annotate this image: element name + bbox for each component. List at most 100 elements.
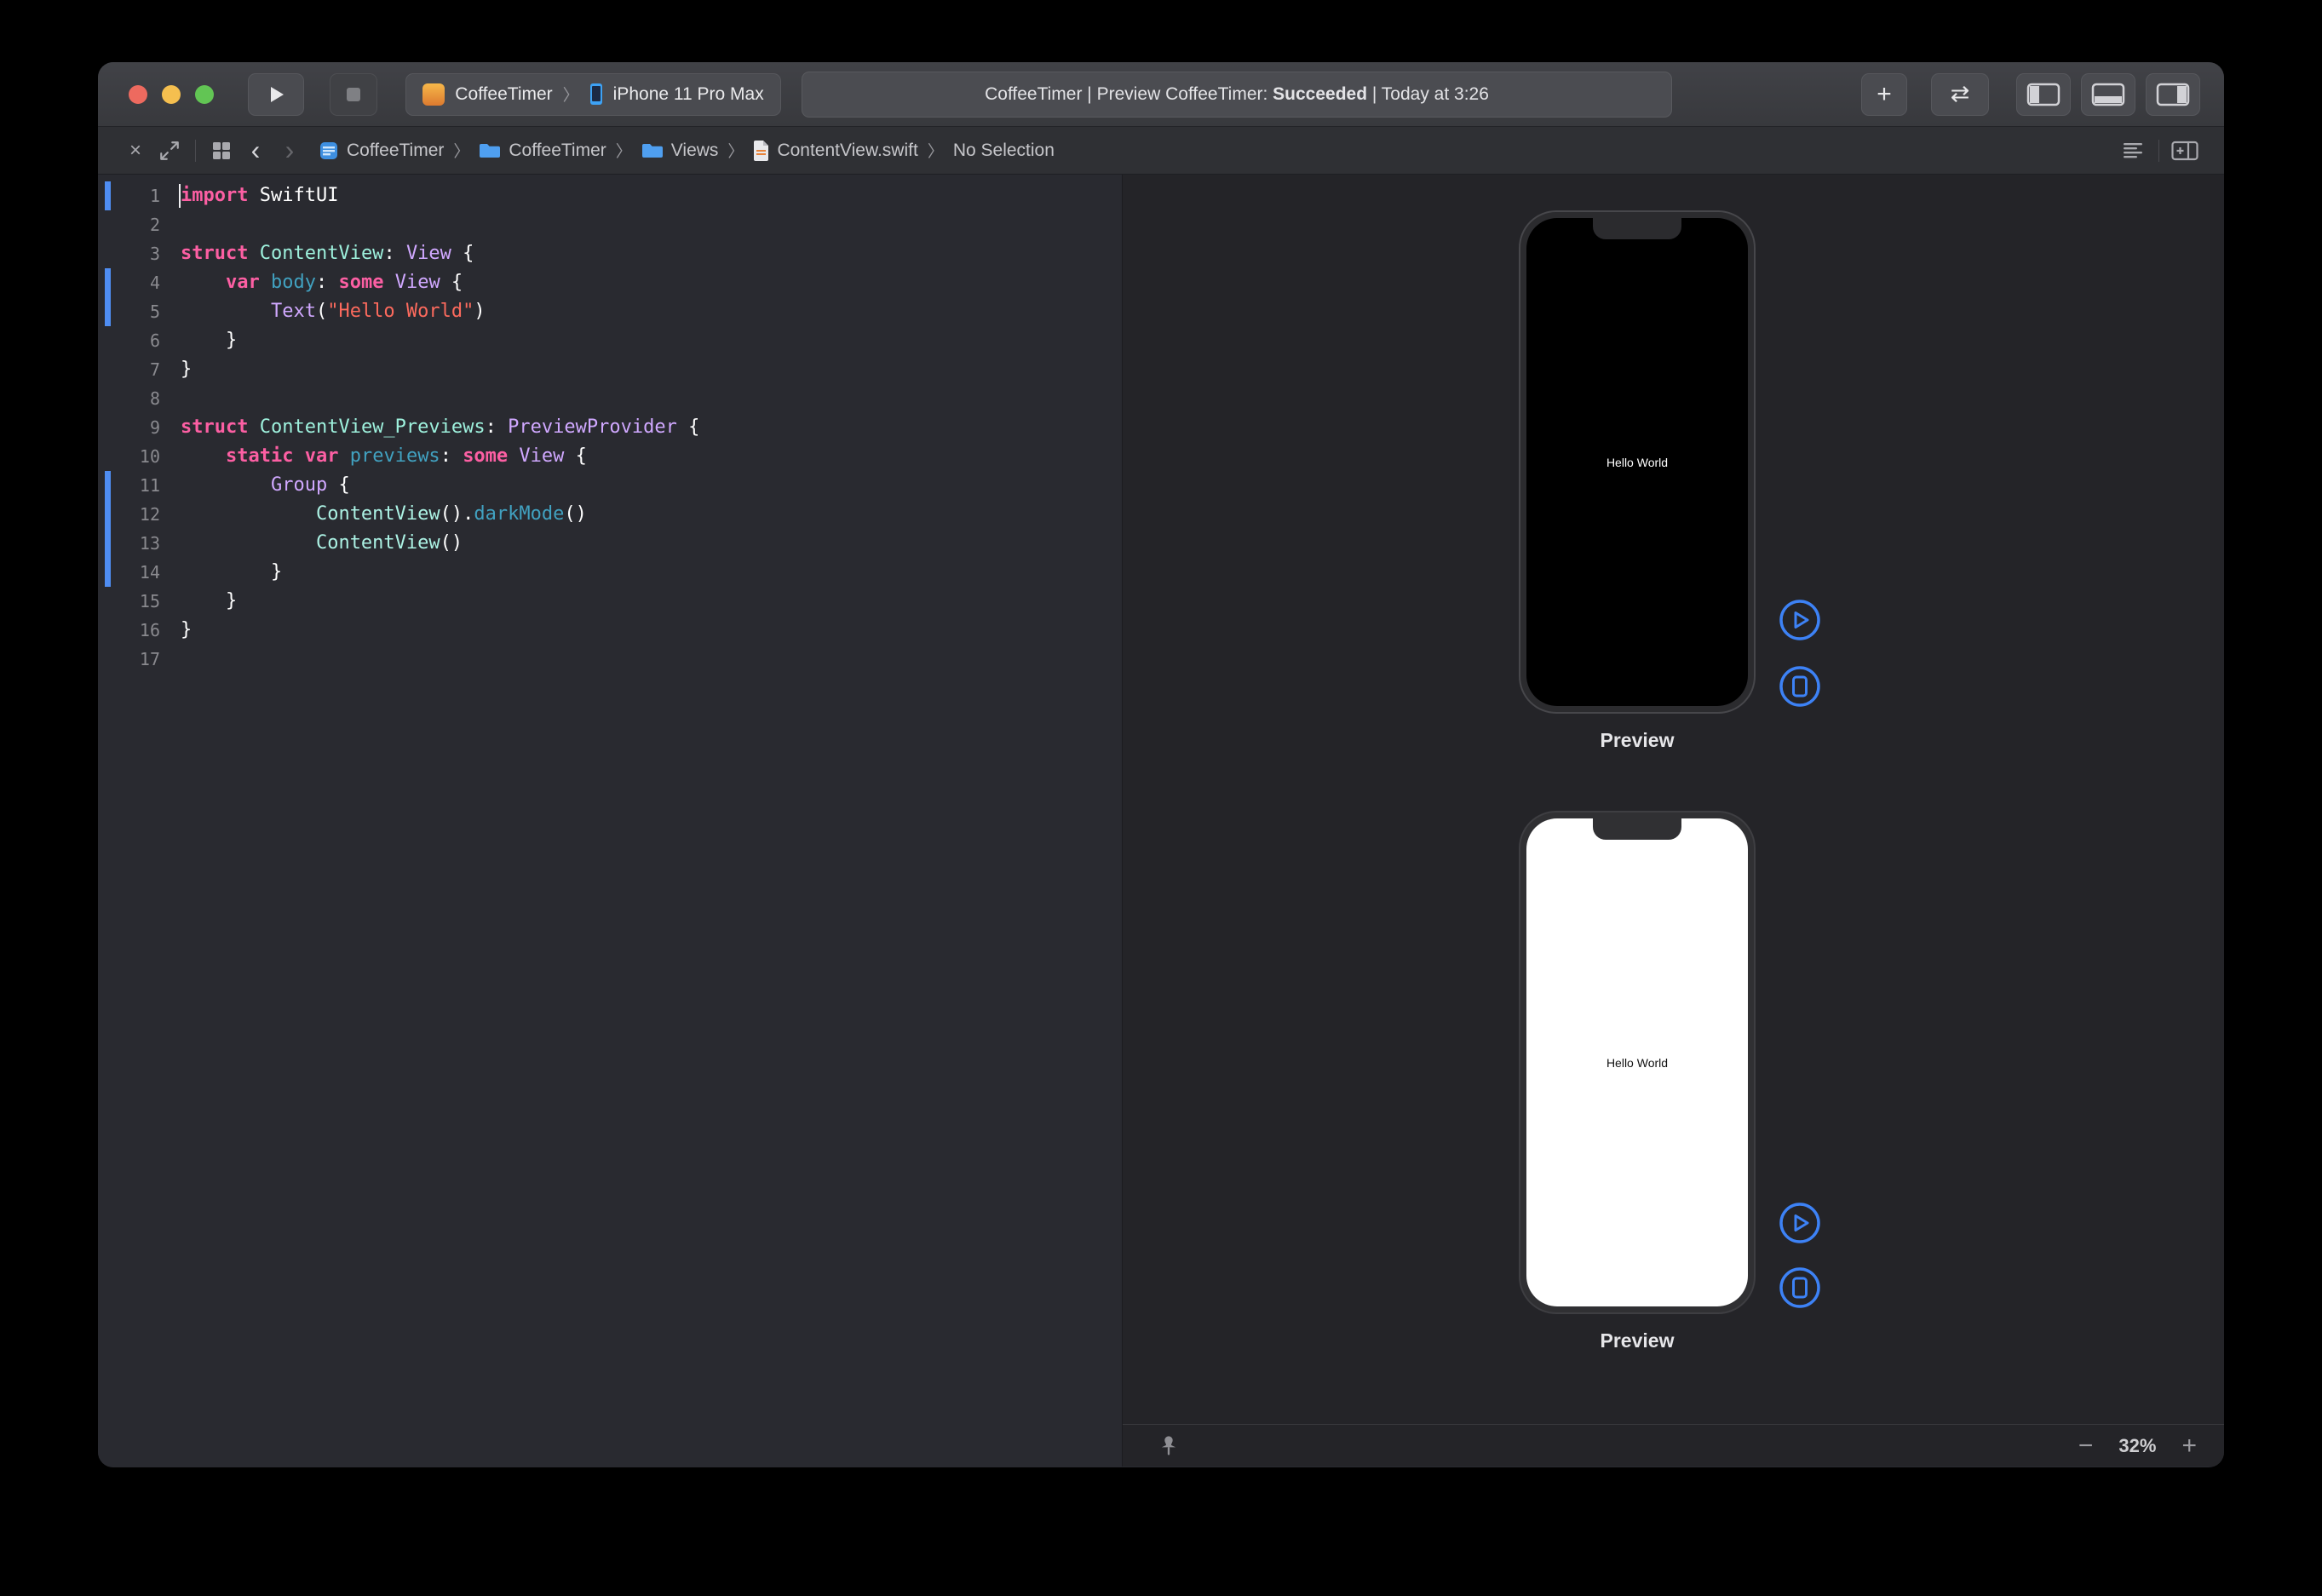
breadcrumb-separator: 〉 <box>918 139 953 162</box>
code-line-4[interactable]: 4 var body: some View { <box>98 268 1122 297</box>
pin-icon <box>1157 1434 1181 1458</box>
scheme-selector[interactable]: CoffeeTimer 〉 iPhone 11 Pro Max <box>405 73 781 116</box>
zoom-out-button[interactable]: − <box>2078 1433 2094 1459</box>
line-number[interactable]: 11 <box>111 471 160 500</box>
code-line-15[interactable]: 15 } <box>98 587 1122 616</box>
line-number[interactable]: 1 <box>111 181 160 210</box>
zoom-level: 32% <box>2118 1435 2156 1457</box>
zoom-window-button[interactable] <box>195 85 214 104</box>
scheme-name: CoffeeTimer <box>455 84 552 105</box>
change-indicator <box>105 616 111 645</box>
breadcrumb-separator: 〉 <box>718 139 753 162</box>
code-line-3[interactable]: 3struct ContentView: View { <box>98 239 1122 268</box>
breadcrumb-item-selection[interactable]: No Selection <box>953 141 1055 161</box>
status-prefix: CoffeeTimer | Preview CoffeeTimer: <box>985 84 1273 104</box>
line-number[interactable]: 3 <box>111 239 160 268</box>
code-line-8[interactable]: 8 <box>98 384 1122 413</box>
line-number[interactable]: 4 <box>111 268 160 297</box>
close-window-button[interactable] <box>129 85 147 104</box>
folder-icon <box>479 142 501 159</box>
change-indicator <box>105 355 111 384</box>
close-editor-icon[interactable]: × <box>118 134 152 168</box>
code-text: var body: some View { <box>181 268 463 297</box>
status-suffix: | Today at 3:26 <box>1367 84 1489 104</box>
debug-area-toggle-button[interactable] <box>2081 73 2135 116</box>
navigator-toggle-button[interactable] <box>2016 73 2071 116</box>
line-number[interactable]: 5 <box>111 297 160 326</box>
line-number[interactable]: 9 <box>111 413 160 442</box>
minimize-window-button[interactable] <box>162 85 181 104</box>
library-button[interactable]: + <box>1861 73 1907 116</box>
code-line-11[interactable]: 11 Group { <box>98 471 1122 500</box>
related-items-icon[interactable] <box>204 134 239 168</box>
code-line-9[interactable]: 9struct ContentView_Previews: PreviewPro… <box>98 413 1122 442</box>
code-line-16[interactable]: 16} <box>98 616 1122 645</box>
editor-options-icon[interactable] <box>2116 134 2150 168</box>
line-number[interactable]: 7 <box>111 355 160 384</box>
plus-icon: + <box>1877 80 1892 109</box>
change-indicator <box>105 239 111 268</box>
debug-panel-icon <box>2091 83 2125 106</box>
preview-on-device-button[interactable] <box>1778 1266 1822 1310</box>
code-line-12[interactable]: 12 ContentView().darkMode() <box>98 500 1122 529</box>
code-line-10[interactable]: 10 static var previews: some View { <box>98 442 1122 471</box>
code-line-6[interactable]: 6 } <box>98 326 1122 355</box>
change-indicator <box>105 384 111 413</box>
line-number[interactable]: 8 <box>111 384 160 413</box>
line-number[interactable]: 2 <box>111 210 160 239</box>
line-number[interactable]: 13 <box>111 529 160 558</box>
preview-on-device-button[interactable] <box>1778 664 1822 709</box>
code-text: } <box>181 558 282 587</box>
code-line-1[interactable]: 1 import SwiftUI <box>98 181 1122 210</box>
code-line-13[interactable]: 13 ContentView() <box>98 529 1122 558</box>
swap-editors-button[interactable]: ⇄ <box>1931 73 1989 116</box>
zoom-in-button[interactable]: + <box>2181 1433 2197 1459</box>
line-number[interactable]: 14 <box>111 558 160 587</box>
breadcrumb-item-views[interactable]: Views <box>641 141 719 161</box>
code-text: import SwiftUI <box>181 181 338 210</box>
breadcrumb-separator: 〉 <box>444 139 479 162</box>
code-text: } <box>181 326 237 355</box>
line-number[interactable]: 16 <box>111 616 160 645</box>
code-line-5[interactable]: 5 Text("Hello World") <box>98 297 1122 326</box>
change-indicator <box>105 529 111 558</box>
live-preview-play-icon <box>1778 1201 1822 1245</box>
line-number[interactable]: 12 <box>111 500 160 529</box>
code-lines: 1 import SwiftUI 23struct ContentView: Vie… <box>98 181 1122 674</box>
activity-status-display: CoffeeTimer | Preview CoffeeTimer: Succe… <box>802 72 1672 118</box>
line-number[interactable]: 6 <box>111 326 160 355</box>
code-line-2[interactable]: 2 <box>98 210 1122 239</box>
code-text: ContentView().darkMode() <box>181 500 587 529</box>
line-number[interactable]: 17 <box>111 645 160 674</box>
source-editor[interactable]: 1 import SwiftUI 23struct ContentView: Vie… <box>98 175 1123 1467</box>
focus-editor-icon[interactable] <box>152 134 187 168</box>
run-button[interactable] <box>248 73 304 116</box>
live-preview-button[interactable] <box>1778 598 1822 642</box>
preview-device-dark[interactable]: Hello World <box>1519 210 1756 714</box>
live-preview-button[interactable] <box>1778 1201 1822 1245</box>
stop-button[interactable] <box>330 73 377 116</box>
forward-chevron-icon[interactable]: › <box>273 134 307 168</box>
line-number[interactable]: 10 <box>111 442 160 471</box>
breadcrumb-item-group[interactable]: CoffeeTimer <box>479 141 606 161</box>
traffic-lights <box>129 85 214 104</box>
preview-device-light[interactable]: Hello World <box>1519 811 1756 1314</box>
line-number[interactable]: 15 <box>111 587 160 616</box>
change-indicator <box>105 587 111 616</box>
breadcrumb-item-project[interactable]: CoffeeTimer <box>319 141 444 161</box>
code-text: } <box>181 587 237 616</box>
pin-button[interactable] <box>1157 1434 1181 1458</box>
change-indicator <box>105 645 111 674</box>
back-chevron-icon[interactable]: ‹ <box>239 134 273 168</box>
inspector-toggle-button[interactable] <box>2146 73 2200 116</box>
breadcrumb-item-file[interactable]: ContentView.swift <box>753 141 917 161</box>
change-indicator <box>105 268 111 297</box>
preview-on-device-icon <box>1778 1266 1822 1310</box>
code-line-14[interactable]: 14 } <box>98 558 1122 587</box>
code-line-7[interactable]: 7} <box>98 355 1122 384</box>
swift-file-icon <box>753 141 769 161</box>
add-editor-icon[interactable] <box>2168 134 2202 168</box>
run-destination: iPhone 11 Pro Max <box>613 84 764 105</box>
code-line-17[interactable]: 17 <box>98 645 1122 674</box>
code-text: static var previews: some View { <box>181 442 587 471</box>
